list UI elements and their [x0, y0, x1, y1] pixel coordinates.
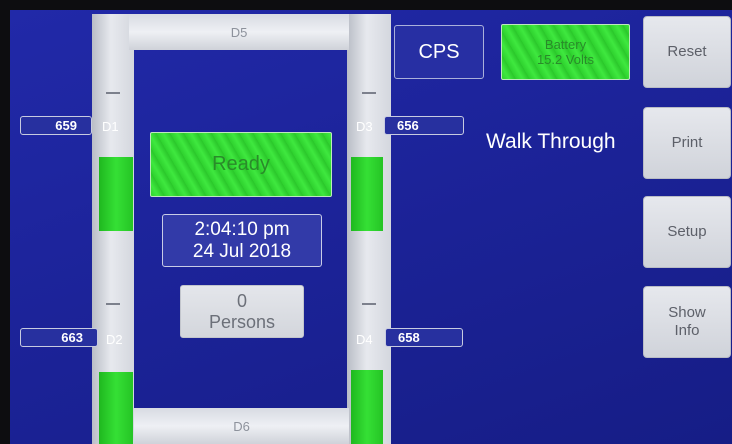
- setup-button-label: Setup: [667, 223, 707, 240]
- mode-label: Walk Through: [486, 130, 616, 153]
- post-tick: [362, 92, 376, 94]
- door-d3-count: 656: [384, 116, 464, 135]
- door-d2-count: 663: [20, 328, 98, 347]
- ready-status-panel: Ready: [150, 132, 332, 197]
- setup-button[interactable]: Setup: [643, 196, 731, 268]
- time-text: 2:04:10 pm: [194, 218, 290, 240]
- show-info-button[interactable]: Show Info: [643, 286, 731, 358]
- door-d6-label: D6: [233, 418, 250, 434]
- post-tick: [362, 303, 376, 305]
- door-d4-count-value: 658: [398, 330, 420, 345]
- door-d3-label: D3: [356, 119, 373, 134]
- cps-label: CPS: [418, 40, 460, 63]
- battery-label: Battery: [544, 37, 587, 52]
- show-info-line1: Show: [668, 304, 706, 321]
- sensor-segment: [99, 157, 133, 231]
- sensor-segment: [99, 372, 133, 444]
- ready-status-label: Ready: [212, 153, 270, 175]
- post-tick: [106, 303, 120, 305]
- show-info-line2: Info: [674, 322, 700, 339]
- door-d4-label: D4: [356, 332, 373, 347]
- date-text: 24 Jul 2018: [192, 240, 292, 262]
- touch-screen: D5 D6 659 D1 663 D2 D3 656 D4 658 Ready …: [10, 10, 732, 444]
- battery-value: 15.2 Volts: [536, 52, 595, 67]
- print-button[interactable]: Print: [643, 107, 731, 179]
- door-d6-bar[interactable]: D6: [134, 408, 349, 444]
- door-d5-bar[interactable]: D5: [129, 14, 349, 50]
- door-d1-count-value: 659: [55, 118, 77, 133]
- cps-button[interactable]: CPS: [394, 25, 484, 79]
- sensor-segment: [351, 157, 383, 231]
- door-d3-count-value: 656: [397, 118, 419, 133]
- door-d2-label: D2: [106, 332, 123, 347]
- door-d5-label: D5: [230, 24, 248, 40]
- door-d2-count-value: 663: [61, 330, 83, 345]
- persons-label: Persons: [208, 311, 276, 332]
- persons-counter[interactable]: 0 Persons: [180, 285, 304, 338]
- door-d1-label: D1: [102, 119, 119, 134]
- reset-button-label: Reset: [667, 43, 707, 60]
- battery-indicator: Battery 15.2 Volts: [501, 24, 630, 80]
- door-d1-count: 659: [20, 116, 92, 135]
- post-tick: [106, 92, 120, 94]
- door-d4-count: 658: [385, 328, 463, 347]
- reset-button[interactable]: Reset: [643, 16, 731, 88]
- sensor-segment: [351, 370, 383, 444]
- print-button-label: Print: [671, 134, 703, 151]
- datetime-display: 2:04:10 pm 24 Jul 2018: [162, 214, 322, 267]
- persons-count: 0: [236, 290, 247, 311]
